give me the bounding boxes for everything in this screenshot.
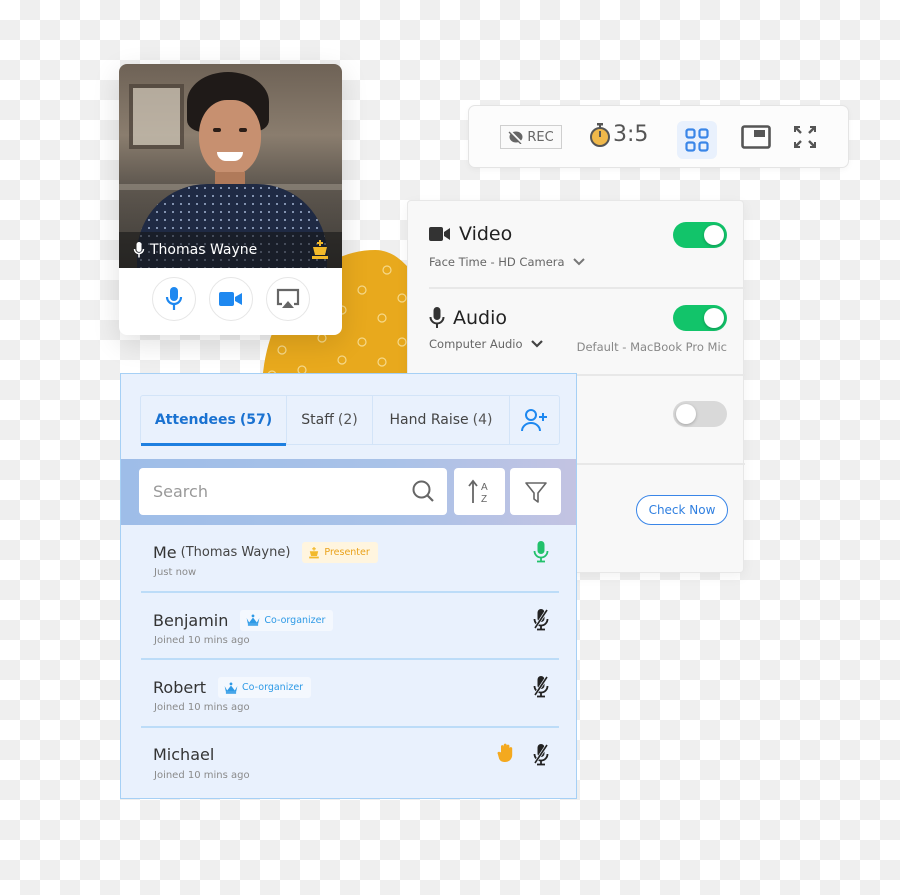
tab-hand-raise[interactable]: Hand Raise (4)	[373, 396, 510, 444]
mic-icon	[165, 286, 182, 310]
role-badge: Co-organizer	[218, 677, 312, 698]
mic-icon	[429, 307, 445, 328]
rec-label: REC	[527, 129, 554, 145]
attendee-tabs: Attendees (57) Staff (2) Hand Raise (4)	[140, 395, 560, 446]
search-input[interactable]: Search	[139, 468, 447, 515]
audio-device-select[interactable]: Computer Audio	[429, 337, 543, 351]
search-toolbar: Search A Z	[121, 459, 576, 525]
attendee-name: Michael	[153, 744, 215, 764]
attendee-name: Benjamin	[153, 610, 229, 630]
video-controls	[119, 268, 342, 335]
attendee-status: Just now	[154, 567, 197, 578]
grid-view-icon	[685, 128, 709, 152]
grid-view-button[interactable]	[677, 121, 717, 159]
video-toggle[interactable]	[673, 222, 727, 248]
chevron-down-icon	[572, 258, 585, 266]
attendee-status: Joined 10 mins ago	[154, 769, 250, 781]
tab-attendees[interactable]: Attendees (57)	[141, 396, 287, 446]
attendee-status: Joined 10 mins ago	[154, 702, 250, 713]
mic-on-icon[interactable]	[533, 541, 549, 563]
third-setting-toggle[interactable]	[673, 401, 727, 427]
list-item[interactable]: Me (Thomas Wayne) Presenter Just now	[141, 525, 559, 593]
meeting-timer: 3:5	[589, 122, 648, 147]
video-device-select[interactable]: Face Time - HD Camera	[429, 255, 585, 269]
mic-device-label: Default - MacBook Pro Mic	[576, 340, 727, 354]
filter-icon	[524, 481, 547, 503]
picture-in-picture-icon	[741, 125, 771, 149]
queen-crown-icon	[224, 681, 238, 694]
mic-muted-icon[interactable]	[533, 608, 549, 631]
camera-button[interactable]	[208, 276, 253, 321]
role-badge: Co-organizer	[240, 609, 334, 631]
video-setting-title: Video	[429, 223, 512, 245]
attendee-name: Robert	[153, 678, 207, 697]
participant-name: Thomas Wayne	[150, 242, 258, 258]
svg-text:A: A	[481, 482, 488, 493]
add-user-icon	[520, 409, 547, 432]
list-item[interactable]: Robert Co-organizer Joined 10 mins ago	[141, 660, 559, 728]
role-badge: Presenter	[302, 542, 378, 563]
record-button[interactable]: REC	[500, 125, 562, 149]
crown-icon	[309, 546, 320, 558]
crown-icon	[312, 240, 328, 259]
check-now-button[interactable]: Check Now	[636, 495, 728, 525]
audio-setting-title: Audio	[429, 307, 507, 329]
divider	[429, 287, 745, 289]
sort-button[interactable]: A Z	[454, 468, 505, 515]
attendee-name: Me	[153, 543, 177, 562]
attendee-list: Me (Thomas Wayne) Presenter Just now Ben…	[141, 525, 559, 795]
mic-muted-icon[interactable]	[533, 676, 549, 698]
attendee-alias: (Thomas Wayne)	[180, 545, 291, 560]
mic-muted-icon[interactable]	[533, 743, 549, 766]
queen-crown-icon	[247, 614, 260, 626]
stopwatch-icon	[590, 122, 610, 147]
video-camera-icon	[218, 291, 242, 306]
add-user-button[interactable]	[510, 396, 559, 444]
hand-raise-icon[interactable]	[497, 743, 515, 763]
video-name-bar: Thomas Wayne	[119, 232, 342, 268]
video-card: Thomas Wayne	[119, 64, 342, 335]
screen-share-button[interactable]	[265, 276, 310, 321]
timer-value: 3:5	[613, 122, 649, 147]
screen-share-icon	[276, 288, 299, 308]
picture-in-picture-button[interactable]	[741, 125, 771, 153]
mic-icon	[133, 242, 145, 258]
search-icon	[412, 480, 434, 502]
record-off-icon	[508, 130, 524, 144]
attendees-panel: Attendees (57) Staff (2) Hand Raise (4) …	[120, 373, 577, 799]
audio-toggle[interactable]	[673, 305, 727, 331]
video-camera-icon	[429, 227, 450, 241]
mic-button[interactable]	[151, 276, 196, 321]
chevron-down-icon	[530, 340, 543, 348]
fullscreen-button[interactable]	[793, 125, 817, 153]
tab-staff[interactable]: Staff (2)	[287, 396, 373, 444]
attendee-status: Joined 10 mins ago	[154, 634, 250, 646]
list-item[interactable]: Michael Joined 10 mins ago	[141, 728, 559, 796]
participant-video: Thomas Wayne	[119, 64, 342, 268]
filter-button[interactable]	[510, 468, 561, 515]
list-item[interactable]: Benjamin Co-organizer Joined 10 mins ago	[141, 593, 559, 660]
svg-text:Z: Z	[481, 494, 487, 505]
sort-az-icon: A Z	[467, 479, 488, 505]
meeting-toolbar: REC 3:5	[468, 105, 849, 168]
fullscreen-icon	[794, 126, 816, 148]
